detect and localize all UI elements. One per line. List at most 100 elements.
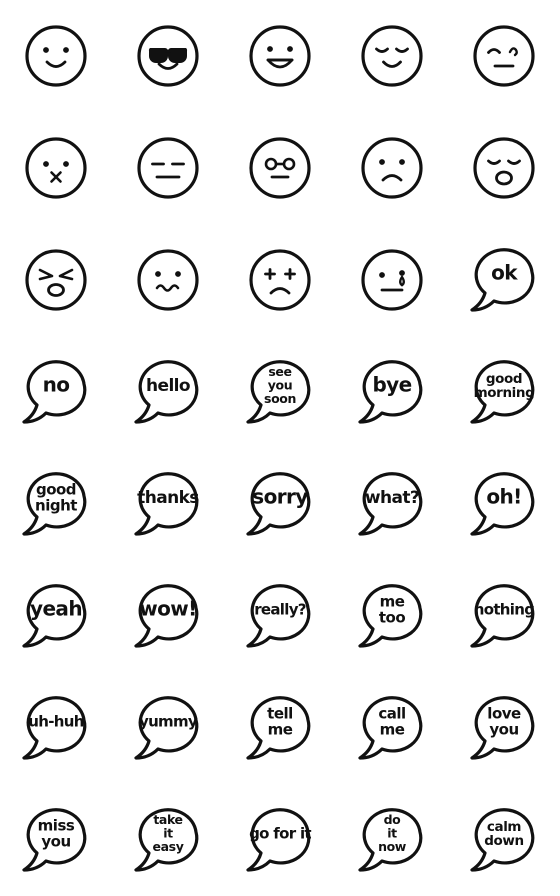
svg-text:nothing: nothing [474, 601, 535, 619]
sticker-cell[interactable]: byebye [336, 336, 448, 448]
bubble-hello[interactable]: hello [112, 336, 224, 448]
bubble-do-it-now[interactable]: do it now [336, 784, 448, 896]
bubble-take-it-easy[interactable]: take it easy [112, 784, 224, 896]
bubble-what[interactable]: what? [336, 448, 448, 560]
sticker-cell[interactable]: go for itgo for it [224, 784, 336, 896]
svg-text:me: me [268, 720, 293, 738]
svg-text:bye: bye [372, 373, 411, 397]
crying-tear-face[interactable] [336, 224, 448, 336]
svg-text:wow!: wow! [139, 597, 196, 621]
bubble-me-too[interactable]: me too [336, 560, 448, 672]
bubble-oh[interactable]: oh! [448, 448, 560, 560]
dizzy-x-eyes-sad-face[interactable] [224, 224, 336, 336]
svg-text:soon: soon [264, 391, 296, 406]
svg-text:you: you [41, 832, 70, 850]
sticker-cell[interactable]: oh!oh! [448, 448, 560, 560]
svg-text:ok: ok [491, 261, 518, 285]
nerd-glasses-face[interactable] [224, 112, 336, 224]
svg-text:sorry: sorry [252, 485, 308, 509]
sticker-cell[interactable]: missyoumiss you [0, 784, 112, 896]
sticker-cell[interactable]: tellmetell me [224, 672, 336, 784]
bubble-miss-you[interactable]: miss you [0, 784, 112, 896]
bubble-sorry[interactable]: sorry [224, 448, 336, 560]
bubble-love-you[interactable]: love you [448, 672, 560, 784]
sticker-cell[interactable] [0, 0, 112, 112]
sticker-cell[interactable] [224, 112, 336, 224]
sticker-cell[interactable] [112, 224, 224, 336]
sticker-cell[interactable]: what?what? [336, 448, 448, 560]
bubble-no[interactable]: no [0, 336, 112, 448]
svg-text:you: you [489, 720, 518, 738]
bubble-see-you-soon[interactable]: see you soon [224, 336, 336, 448]
sticker-cell[interactable] [448, 112, 560, 224]
sticker-cell[interactable] [112, 112, 224, 224]
bubble-calm-down[interactable]: calm down [448, 784, 560, 896]
sticker-cell[interactable]: thanksthanks [112, 448, 224, 560]
worried-wavy-mouth-face[interactable] [112, 224, 224, 336]
sticker-cell[interactable]: okok [448, 224, 560, 336]
bubble-bye[interactable]: bye [336, 336, 448, 448]
sticker-cell[interactable] [448, 0, 560, 112]
sticker-cell[interactable]: sorrysorry [224, 448, 336, 560]
sticker-sheet-grid: okok nonohellohelloseeyousoonsee you soon… [0, 0, 560, 896]
svg-text:go for it: go for it [249, 825, 311, 843]
svg-text:no: no [43, 373, 70, 397]
sticker-cell[interactable]: goodnightgood night [0, 448, 112, 560]
sticker-cell[interactable] [112, 0, 224, 112]
sticker-cell[interactable] [336, 112, 448, 224]
bubble-go-for-it[interactable]: go for it [224, 784, 336, 896]
svg-text:what?: what? [365, 488, 419, 508]
bubble-good-night[interactable]: good night [0, 448, 112, 560]
sticker-cell[interactable]: takeiteasytake it easy [112, 784, 224, 896]
sticker-cell[interactable]: callmecall me [336, 672, 448, 784]
awkward-sweat-face[interactable] [448, 0, 560, 112]
bubble-wow[interactable]: wow! [112, 560, 224, 672]
sunglasses-face[interactable] [112, 0, 224, 112]
svg-text:easy: easy [153, 839, 184, 854]
bubble-thanks[interactable]: thanks [112, 448, 224, 560]
bubble-ok[interactable]: ok [448, 224, 560, 336]
sticker-cell[interactable]: yeahyeah [0, 560, 112, 672]
sticker-cell[interactable]: nothingnothing [448, 560, 560, 672]
bubble-nothing[interactable]: nothing [448, 560, 560, 672]
svg-text:hello: hello [146, 376, 190, 396]
bubble-tell-me[interactable]: tell me [224, 672, 336, 784]
bubble-really[interactable]: really? [224, 560, 336, 672]
bubble-yummy[interactable]: yummy [112, 672, 224, 784]
sticker-cell[interactable]: uh-huhuh-huh [0, 672, 112, 784]
sticker-cell[interactable]: goodmorninggood morning [448, 336, 560, 448]
bubble-call-me[interactable]: call me [336, 672, 448, 784]
bubble-yeah[interactable]: yeah [0, 560, 112, 672]
bubble-uh-huh[interactable]: uh-huh [0, 672, 112, 784]
sticker-cell[interactable] [336, 0, 448, 112]
angry-shouting-face[interactable] [0, 224, 112, 336]
bubble-good-morning[interactable]: good morning [448, 336, 560, 448]
svg-text:really?: really? [254, 601, 306, 619]
sticker-cell[interactable]: metoome too [336, 560, 448, 672]
expressionless-face[interactable] [112, 112, 224, 224]
svg-text:now: now [378, 839, 407, 854]
sticker-cell[interactable]: loveyoulove you [448, 672, 560, 784]
sticker-cell[interactable] [0, 112, 112, 224]
sticker-cell[interactable]: hellohello [112, 336, 224, 448]
svg-text:yummy: yummy [139, 713, 198, 731]
relieved-closed-eyes-face[interactable] [336, 0, 448, 112]
sticker-cell[interactable] [336, 224, 448, 336]
sticker-cell[interactable]: wow!wow! [112, 560, 224, 672]
svg-text:too: too [379, 608, 405, 626]
sticker-cell[interactable] [224, 224, 336, 336]
svg-text:uh-huh: uh-huh [28, 713, 83, 731]
sticker-cell[interactable]: calmdowncalm down [448, 784, 560, 896]
sticker-cell[interactable]: nono [0, 336, 112, 448]
sleepy-yawning-face[interactable] [448, 112, 560, 224]
sticker-cell[interactable]: really?really? [224, 560, 336, 672]
frowning-sad-face[interactable] [336, 112, 448, 224]
sticker-cell[interactable]: yummyyummy [112, 672, 224, 784]
sticker-cell[interactable]: seeyousoonsee you soon [224, 336, 336, 448]
grinning-open-mouth-face[interactable] [224, 0, 336, 112]
smiling-face[interactable] [0, 0, 112, 112]
sticker-cell[interactable] [224, 0, 336, 112]
sticker-cell[interactable] [0, 224, 112, 336]
sealed-lips-x-mouth-face[interactable] [0, 112, 112, 224]
sticker-cell[interactable]: doitnowdo it now [336, 784, 448, 896]
